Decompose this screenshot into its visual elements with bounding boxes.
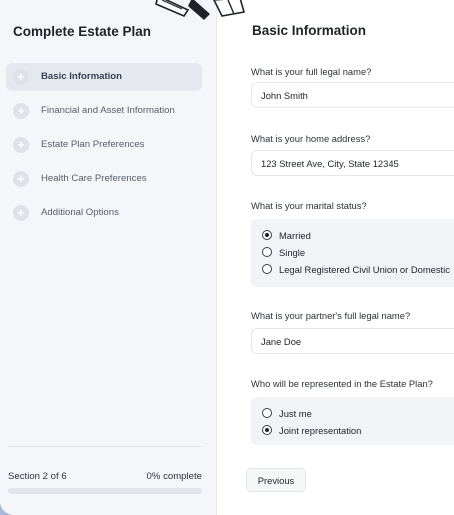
representation-question: Who will be represented in the Estate Pl… [251, 378, 433, 389]
sidebar-step-label: Estate Plan Preferences [41, 139, 145, 150]
representation-options: Just me Joint representation [251, 397, 454, 445]
radio-married[interactable]: Married [262, 228, 311, 242]
radio-button[interactable] [262, 425, 272, 435]
home-address-input[interactable]: 123 Street Ave, City, State 12345 [251, 150, 454, 176]
main-form: Basic Information What is your full lega… [216, 0, 454, 515]
radio-civil-union[interactable]: Legal Registered Civil Union or Domestic [262, 262, 450, 276]
plus-icon: + [13, 137, 29, 153]
partner-name-question: What is your partner's full legal name? [251, 310, 411, 321]
radio-just-me[interactable]: Just me [262, 406, 312, 420]
sidebar-divider [8, 446, 202, 447]
radio-button[interactable] [262, 247, 272, 257]
estate-plan-window: Complete Estate Plan + Basic Information… [0, 0, 454, 515]
sidebar-step-estate-plan-preferences[interactable]: + Estate Plan Preferences [6, 131, 202, 159]
sidebar-step-label: Additional Options [41, 207, 119, 218]
home-address-question: What is your home address? [251, 133, 371, 144]
sidebar-step-financial-and-asset-information[interactable]: + Financial and Asset Information [6, 97, 202, 125]
radio-button[interactable] [262, 264, 272, 274]
radio-single[interactable]: Single [262, 245, 305, 259]
radio-label: Married [279, 229, 311, 241]
sidebar: Complete Estate Plan + Basic Information… [0, 0, 217, 515]
sidebar-title: Complete Estate Plan [13, 24, 152, 39]
page-title: Basic Information [252, 23, 367, 38]
sidebar-step-label: Basic Information [41, 71, 123, 82]
sidebar-step-label: Health Care Preferences [41, 173, 147, 184]
plus-icon: + [13, 103, 29, 119]
sidebar-step-basic-information[interactable]: + Basic Information [6, 63, 202, 91]
previous-button[interactable]: Previous [246, 468, 306, 492]
radio-label: Just me [279, 407, 312, 419]
section-indicator: Section 2 of 6 [8, 471, 67, 482]
sidebar-step-health-care-preferences[interactable]: + Health Care Preferences [6, 165, 202, 193]
radio-label: Single [279, 246, 306, 258]
plus-icon: + [13, 69, 29, 85]
percent-complete: 0% complete [146, 471, 202, 482]
radio-joint-representation[interactable]: Joint representation [262, 423, 361, 437]
full-name-input[interactable]: John Smith [251, 82, 454, 108]
radio-label: Joint representation [279, 424, 362, 436]
marital-status-question: What is your marital status? [251, 200, 367, 211]
full-name-question: What is your full legal name? [251, 66, 372, 77]
partner-name-input[interactable]: Jane Doe [251, 328, 454, 354]
marital-status-options: Married Single Legal Registered Civil Un… [251, 219, 454, 287]
plus-icon: + [13, 205, 29, 221]
plus-icon: + [13, 171, 29, 187]
sidebar-step-additional-options[interactable]: + Additional Options [6, 199, 202, 227]
radio-button[interactable] [262, 408, 272, 418]
radio-label: Legal Registered Civil Union or Domestic [279, 263, 450, 275]
radio-button[interactable] [262, 230, 272, 240]
sidebar-step-label: Financial and Asset Information [41, 105, 175, 116]
progress-bar [8, 488, 202, 494]
